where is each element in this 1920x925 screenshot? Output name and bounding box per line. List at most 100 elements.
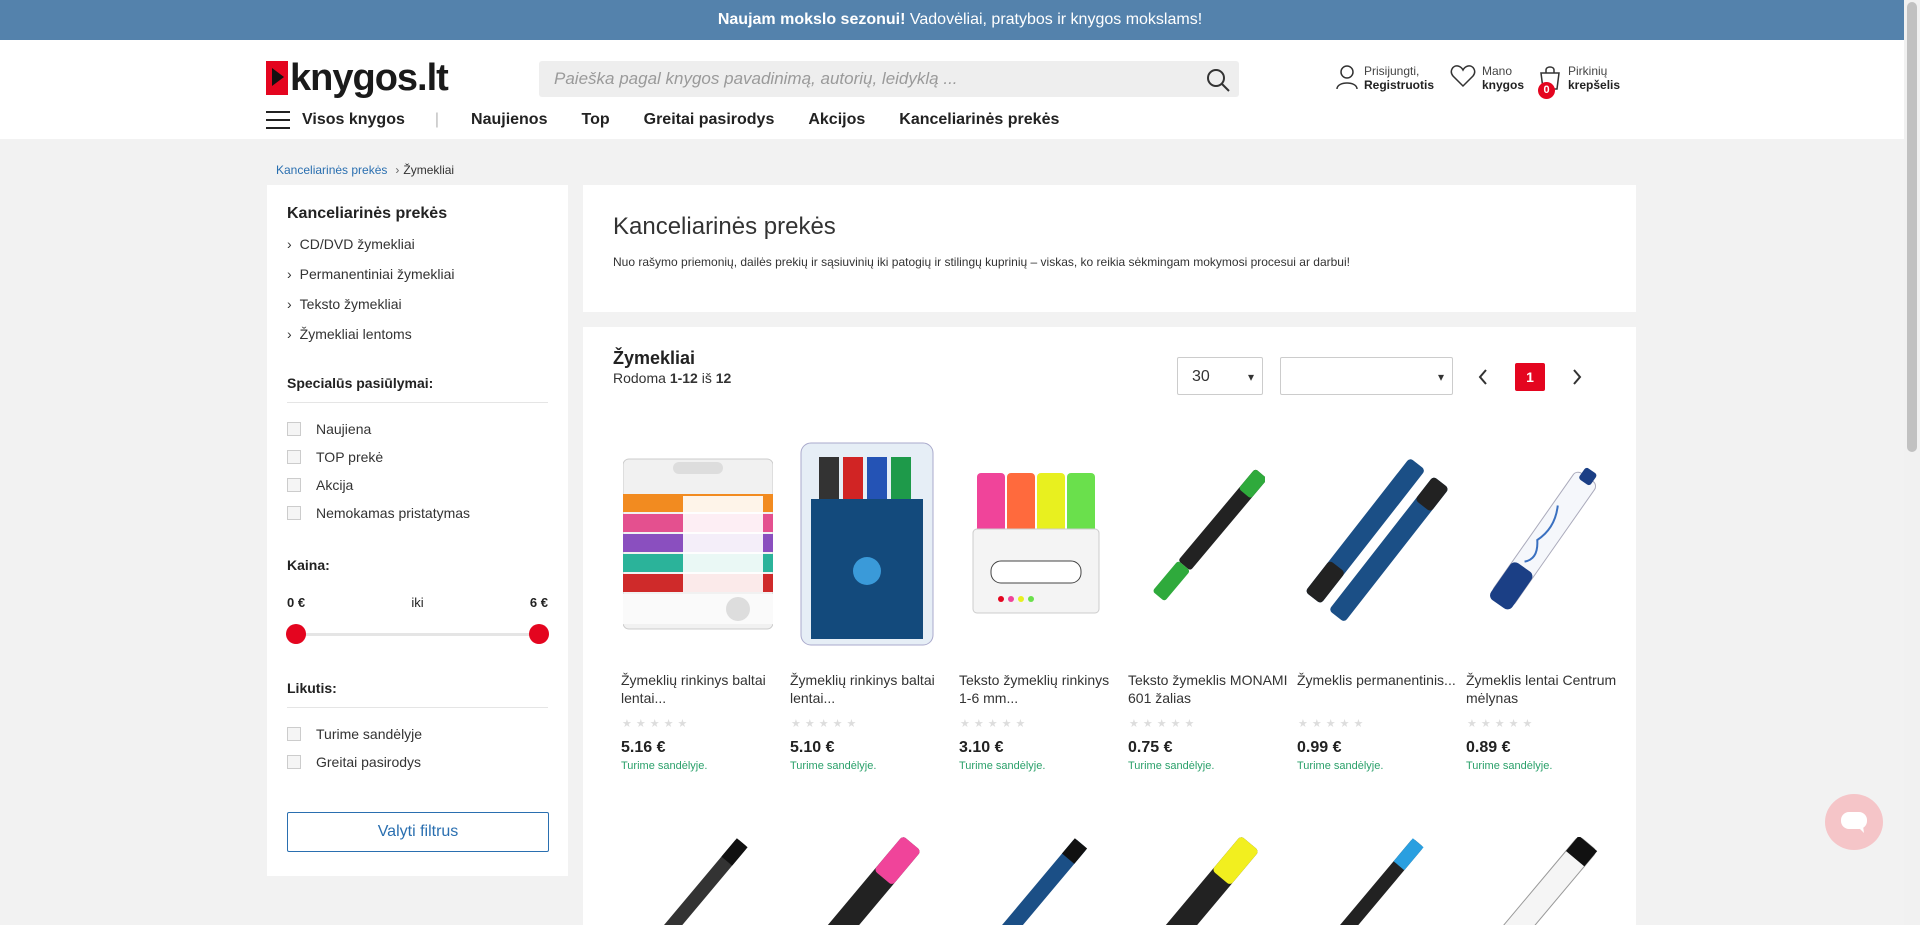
checkbox[interactable] (287, 478, 301, 492)
chevron-right-icon: › (287, 236, 292, 252)
nav-item-naujienos[interactable]: Naujienos (471, 111, 547, 129)
category-cd-dvd[interactable]: › CD/DVD žymekliai (287, 229, 548, 259)
product-card[interactable] (613, 837, 782, 925)
promo-bold: Naujam mokslo sezonui! (717, 11, 906, 28)
filter-nemokamas-pristatymas[interactable]: Nemokamas pristatymas (287, 499, 548, 527)
product-card[interactable]: Teksto žymeklių rinkinys 1-6 mm... ★★★★★… (951, 439, 1120, 772)
product-card[interactable]: Žymeklių rinkinys baltai lentai... ★★★★★… (782, 439, 951, 772)
checkbox[interactable] (287, 755, 301, 769)
product-image[interactable] (782, 439, 951, 649)
chevron-right-icon: › (287, 266, 292, 282)
product-name[interactable]: Teksto žymeklių rinkinys 1-6 mm... (951, 671, 1120, 707)
special-offers-heading: Specialūs pasiūlymai: (287, 375, 548, 403)
category-label: Teksto žymekliai (299, 296, 402, 312)
product-card[interactable]: Žymeklis lentai Centrum mėlynas ★★★★★ 0.… (1458, 439, 1627, 772)
cart-link[interactable]: 0 Pirkinių krepšelis (1538, 64, 1621, 99)
product-price: 0.89 € (1466, 739, 1511, 756)
product-card[interactable] (1289, 837, 1458, 925)
per-page-select[interactable]: 30 ▾ (1177, 357, 1263, 395)
product-price: 5.16 € (621, 739, 666, 756)
nav-item-top[interactable]: Top (581, 111, 609, 129)
logo[interactable]: knygos.lt (266, 58, 449, 98)
promo-banner[interactable]: Naujam mokslo sezonui! Vadovėliai, praty… (0, 0, 1920, 40)
product-image[interactable] (951, 837, 1120, 925)
nav-item-kanceliarines-prekes[interactable]: Kanceliarinės prekės (899, 111, 1059, 129)
price-separator: iki (411, 595, 424, 610)
product-card[interactable] (782, 837, 951, 925)
product-image[interactable] (782, 837, 951, 925)
product-name[interactable]: Žymeklių rinkinys baltai lentai... (782, 671, 951, 707)
price-slider-min-handle[interactable] (286, 624, 306, 644)
nav-all-books[interactable]: Visos knygos (302, 111, 405, 129)
listing-count: Rodoma 1-12 iš 12 (613, 370, 731, 386)
nav-item-akcijos[interactable]: Akcijos (808, 111, 865, 129)
product-name[interactable]: Teksto žymeklis MONAMI 601 žalias (1120, 671, 1289, 707)
next-page-icon[interactable] (1567, 365, 1587, 389)
product-image[interactable] (1289, 837, 1458, 925)
product-card[interactable]: Teksto žymeklis MONAMI 601 žalias ★★★★★ … (1120, 439, 1289, 772)
price-max: 6 € (529, 595, 548, 610)
checkbox[interactable] (287, 506, 301, 520)
checkbox[interactable] (287, 422, 301, 436)
sort-select[interactable]: ▾ (1280, 357, 1453, 395)
price-slider[interactable] (286, 624, 549, 644)
product-name[interactable]: Žymeklis lentai Centrum mėlynas (1458, 671, 1627, 707)
product-image[interactable] (1120, 837, 1289, 925)
product-image[interactable] (1120, 439, 1289, 649)
filter-naujiena[interactable]: Naujiena (287, 415, 548, 443)
filter-turime-sandelyje[interactable]: Turime sandėlyje (287, 720, 548, 748)
menu-icon[interactable] (266, 111, 290, 129)
login-link[interactable]: Prisijungti, Registruotis (1336, 64, 1434, 92)
search-input[interactable] (539, 61, 1179, 97)
category-title: Kanceliarinės prekės (613, 213, 836, 240)
breadcrumb-parent[interactable]: Kanceliarinės prekės (276, 163, 387, 177)
product-name[interactable]: Žymeklių rinkinys baltai lentai... (613, 671, 782, 707)
product-image[interactable] (613, 837, 782, 925)
category-label: CD/DVD žymekliai (299, 236, 415, 252)
category-permanentiniai[interactable]: › Permanentiniai žymekliai (287, 259, 548, 289)
breadcrumb: Kanceliarinės prekės › Žymekliai (276, 163, 454, 177)
product-card[interactable]: Žymeklių rinkinys baltai lentai... ★★★★★… (613, 439, 782, 772)
product-card[interactable] (1120, 837, 1289, 925)
filter-akcija[interactable]: Akcija (287, 471, 548, 499)
page-scrollbar[interactable] (1904, 0, 1920, 925)
price-slider-max-handle[interactable] (529, 624, 549, 644)
product-name[interactable]: Žymeklis permanentinis... (1289, 671, 1458, 707)
rating-stars-icon: ★★★★★ (1467, 718, 1537, 730)
chat-icon (1841, 812, 1867, 833)
filter-top-preke[interactable]: TOP prekė (287, 443, 548, 471)
product-card[interactable] (1458, 837, 1627, 925)
page-number-current[interactable]: 1 (1515, 363, 1545, 391)
product-image[interactable] (951, 439, 1120, 649)
checkbox[interactable] (287, 727, 301, 741)
user-icon (1336, 65, 1358, 90)
chevron-down-icon: ▾ (1247, 370, 1254, 384)
login-line2: Registruotis (1364, 78, 1435, 92)
product-image[interactable] (613, 439, 782, 649)
scrollbar-thumb[interactable] (1907, 2, 1917, 452)
rating-stars-icon: ★★★★★ (791, 718, 861, 730)
category-lentoms[interactable]: › Žymekliai lentoms (287, 319, 548, 349)
clear-filters-button[interactable]: Valyti filtrus (287, 812, 549, 852)
nav-item-greitai-pasirodys[interactable]: Greitai pasirodys (644, 111, 775, 129)
product-image[interactable] (1458, 837, 1627, 925)
product-card[interactable]: Žymeklis permanentinis... ★★★★★ 0.99 € T… (1289, 439, 1458, 772)
product-image[interactable] (1289, 439, 1458, 649)
prev-page-icon[interactable] (1473, 365, 1493, 389)
search-icon[interactable] (1205, 67, 1231, 93)
category-teksto[interactable]: › Teksto žymekliai (287, 289, 548, 319)
wishlist-link[interactable]: Mano knygos (1450, 64, 1524, 92)
promo-text: Vadovėliai, pratybos ir knygos mokslams! (905, 11, 1203, 28)
login-line1: Prisijungti, (1364, 64, 1420, 78)
filter-greitai-pasirodys[interactable]: Greitai pasirodys (287, 748, 548, 776)
breadcrumb-current: Žymekliai (403, 163, 455, 177)
cart-line2: krepšelis (1568, 78, 1621, 92)
filter-label: Nemokamas pristatymas (316, 505, 471, 521)
product-image[interactable] (1458, 439, 1627, 649)
chevron-right-icon: › (287, 296, 292, 312)
category-label: Žymekliai lentoms (299, 326, 412, 342)
stock-heading: Likutis: (287, 680, 548, 708)
product-card[interactable] (951, 837, 1120, 925)
chat-button[interactable] (1825, 794, 1883, 850)
checkbox[interactable] (287, 450, 301, 464)
